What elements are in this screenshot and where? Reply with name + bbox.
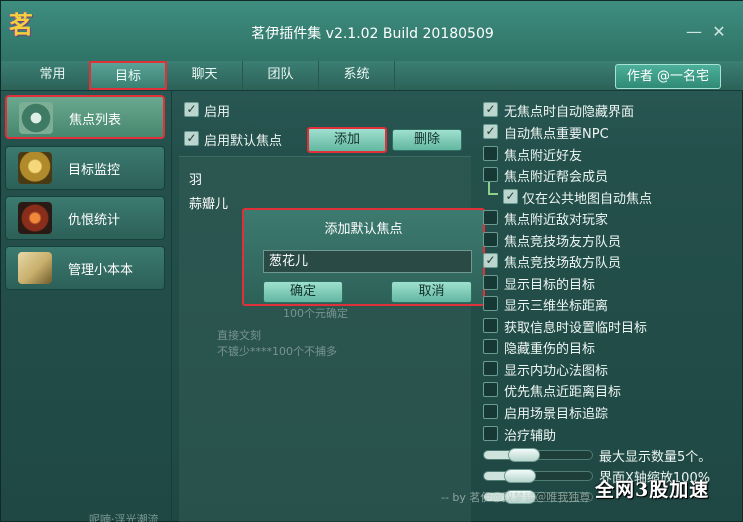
option-label: 焦点附近敌对玩家	[504, 213, 609, 228]
option-label: 显示内功心法图标	[504, 364, 609, 379]
enable-label: 启用	[204, 105, 231, 120]
tab-chat[interactable]: 聊天	[167, 61, 243, 90]
confirm-button[interactable]: 确定	[263, 281, 343, 303]
sidebar-item-focus-list[interactable]: 焦点列表	[5, 95, 165, 139]
flame-warrior-icon	[18, 202, 52, 234]
x-scale-slider[interactable]	[483, 469, 593, 483]
focus-name-input[interactable]: 葱花儿	[263, 250, 472, 273]
option-checkbox[interactable]	[483, 318, 498, 333]
list-item[interactable]: 蒜瓣儿	[189, 193, 228, 212]
option-checkbox[interactable]	[483, 426, 498, 441]
author-credit: -- by 茗伊＠双梦镇＠唯我独尊	[441, 491, 591, 504]
open-book-icon	[18, 252, 52, 284]
eye-book-icon	[19, 102, 53, 134]
option-label: 启用场景目标追踪	[504, 407, 609, 422]
option-label: 焦点附近好友	[504, 149, 583, 164]
option-checkbox[interactable]	[483, 232, 498, 247]
plugin-window: 茗 茗伊插件集 v2.1.02 Build 20180509 — ✕ 常用 目标…	[0, 0, 743, 522]
tab-team[interactable]: 团队	[243, 61, 319, 90]
option-checkbox[interactable]: ✓	[483, 124, 498, 139]
option-label: 焦点竞技场敌方队员	[504, 256, 622, 271]
option-label: 焦点附近帮会成员	[504, 170, 609, 185]
option-label: 显示三维坐标距离	[504, 299, 609, 314]
option-checkbox[interactable]: ✓	[483, 253, 498, 268]
default-focus-checkbox[interactable]: ✓	[184, 131, 199, 146]
slider-label: 最大显示数量5个。	[599, 450, 712, 465]
option-checkbox[interactable]	[483, 404, 498, 419]
option-checkbox[interactable]	[483, 361, 498, 376]
max-count-slider[interactable]	[483, 448, 593, 462]
site-watermark: 全网3股加速	[595, 479, 710, 501]
slider-handle[interactable]	[508, 448, 540, 462]
option-checkbox[interactable]	[483, 167, 498, 182]
option-checkbox[interactable]	[483, 146, 498, 161]
cancel-button[interactable]: 取消	[391, 281, 472, 303]
slider-handle[interactable]	[504, 469, 536, 483]
tab-target[interactable]: 目标	[89, 61, 167, 90]
indent-connector	[488, 193, 498, 195]
sidebar-item-label: 仇恨统计	[68, 213, 121, 228]
enable-checkbox[interactable]: ✓	[184, 102, 199, 117]
option-label: 治疗辅助	[504, 429, 557, 444]
sidebar-item-label: 目标监控	[68, 163, 121, 178]
faded-text: 不镀少****100个不捕多	[217, 345, 337, 358]
option-checkbox[interactable]: ✓	[483, 102, 498, 117]
sidebar-item-label: 管理小本本	[68, 263, 134, 278]
option-label: 优先焦点近距离目标	[504, 385, 622, 400]
title-bar[interactable]: 茗 茗伊插件集 v2.1.02 Build 20180509 — ✕	[1, 1, 743, 61]
option-checkbox[interactable]	[483, 296, 498, 311]
sidebar-item-notebook[interactable]: 管理小本本	[5, 246, 165, 290]
option-label: 隐藏重伤的目标	[504, 342, 596, 357]
close-button[interactable]: ✕	[710, 23, 728, 41]
add-focus-button[interactable]: 添加	[307, 127, 387, 153]
tab-common[interactable]: 常用	[15, 61, 91, 90]
dialog-title: 添加默认焦点	[324, 222, 403, 237]
option-label: 仅在公共地图自动焦点	[522, 192, 653, 207]
sidebar-divider	[171, 91, 172, 522]
option-checkbox[interactable]	[483, 339, 498, 354]
faded-text: 100个元确定	[283, 307, 348, 320]
background-caption: 呢喃·浮光潮流	[89, 513, 159, 522]
option-label: 无焦点时自动隐藏界面	[504, 105, 635, 120]
golden-emblem-icon	[18, 152, 52, 184]
minimize-button[interactable]: —	[685, 23, 703, 41]
sidebar-item-label: 焦点列表	[69, 113, 122, 128]
author-button[interactable]: 作者 @一名宅	[615, 64, 721, 89]
option-label: 焦点竞技场友方队员	[504, 235, 622, 250]
default-focus-label: 启用默认焦点	[204, 134, 283, 149]
option-label: 显示目标的目标	[504, 278, 596, 293]
option-checkbox[interactable]	[483, 275, 498, 290]
delete-focus-button[interactable]: 删除	[392, 129, 462, 151]
option-checkbox[interactable]: ✓	[503, 189, 518, 204]
window-title: 茗伊插件集 v2.1.02 Build 20180509	[251, 26, 494, 42]
sidebar-item-target-monitor[interactable]: 目标监控	[5, 146, 165, 190]
sidebar-item-hatred-stats[interactable]: 仇恨统计	[5, 196, 165, 240]
option-label: 自动焦点重要NPC	[504, 127, 609, 142]
faded-text: 直接文刻	[217, 329, 261, 342]
list-item[interactable]: 羽	[189, 169, 202, 188]
add-focus-dialog: 添加默认焦点 葱花儿 确定 取消	[242, 208, 485, 306]
tab-system[interactable]: 系统	[319, 61, 395, 90]
option-label: 获取信息时设置临时目标	[504, 321, 648, 336]
option-checkbox[interactable]	[483, 382, 498, 397]
option-checkbox[interactable]	[483, 210, 498, 225]
